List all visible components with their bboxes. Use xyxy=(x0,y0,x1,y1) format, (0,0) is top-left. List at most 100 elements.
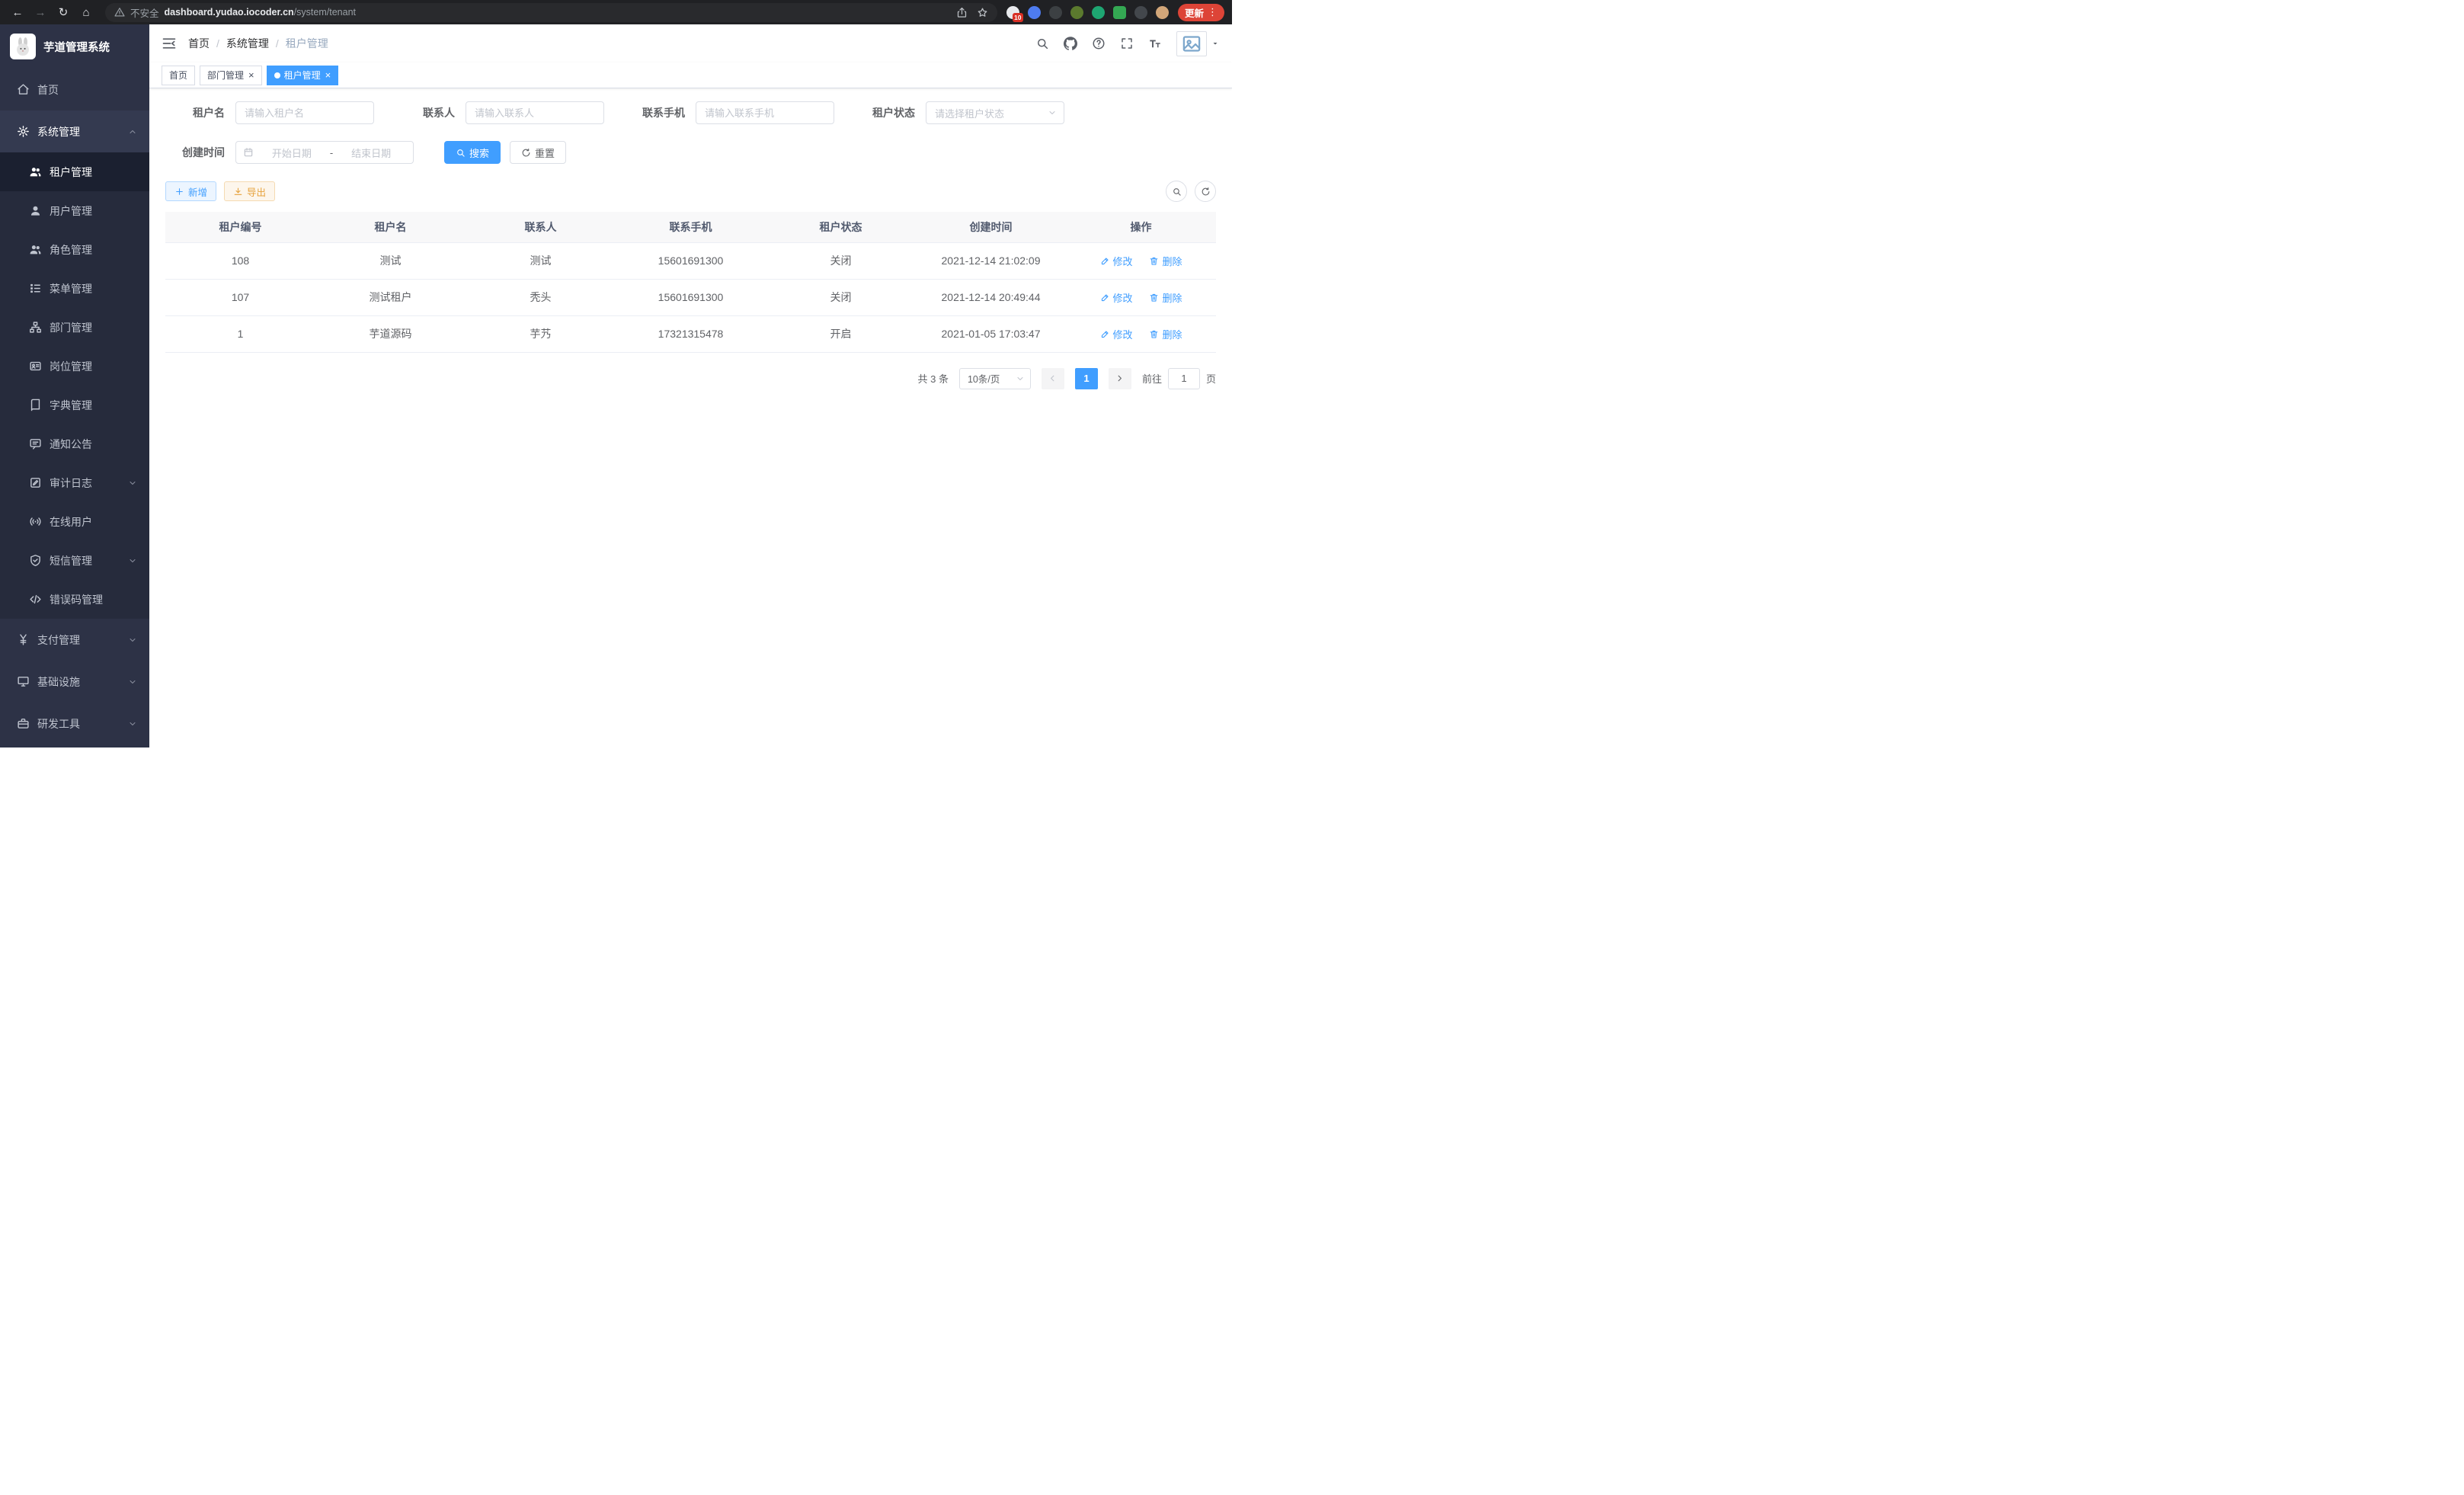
col-created: 创建时间 xyxy=(916,212,1066,242)
add-button[interactable]: 新增 xyxy=(165,181,216,201)
status-select[interactable]: 请选择租户状态 xyxy=(926,101,1064,124)
sidebar-item-menu[interactable]: 菜单管理 xyxy=(0,269,149,308)
sidebar-item-dict[interactable]: 字典管理 xyxy=(0,386,149,424)
cell-status: 关闭 xyxy=(766,279,916,315)
tab-dept[interactable]: 部门管理 × xyxy=(200,66,262,85)
page-size-select[interactable]: 10条/页 xyxy=(959,368,1031,389)
reset-button[interactable]: 重置 xyxy=(510,141,566,164)
sidebar-item-audit-log[interactable]: 审计日志 xyxy=(0,463,149,502)
contact-input[interactable] xyxy=(466,101,604,124)
collapse-sidebar-icon[interactable] xyxy=(162,36,177,51)
tab-home[interactable]: 首页 xyxy=(162,66,195,85)
date-start-placeholder: 开始日期 xyxy=(257,146,327,160)
hide-search-button[interactable] xyxy=(1166,181,1187,202)
reload-icon[interactable]: ↻ xyxy=(53,2,73,22)
edit-icon xyxy=(1100,329,1110,339)
delete-link[interactable]: 删除 xyxy=(1149,254,1182,268)
breadcrumb-system[interactable]: 系统管理 xyxy=(226,36,269,51)
help-icon[interactable] xyxy=(1092,37,1106,50)
breadcrumb-home[interactable]: 首页 xyxy=(188,36,210,51)
book-icon xyxy=(29,399,42,411)
chevron-down-icon xyxy=(1048,108,1057,117)
extension-icon[interactable] xyxy=(1070,6,1083,19)
sidebar-item-devtools[interactable]: 研发工具 xyxy=(0,703,149,744)
delete-label: 删除 xyxy=(1162,254,1182,268)
filter-row-2: 创建时间 开始日期 - 结束日期 搜索 重置 xyxy=(165,141,1216,164)
kebab-menu-icon[interactable]: ⋮ xyxy=(1208,6,1218,18)
extension-icon[interactable] xyxy=(1113,6,1126,19)
goto-page: 前往 页 xyxy=(1142,368,1216,389)
extension-icon[interactable] xyxy=(1092,6,1105,19)
pagination: 共 3 条 10条/页 1 前往 页 xyxy=(165,368,1216,389)
cell-contact: 芋艿 xyxy=(466,315,616,352)
sidebar-item-tenant[interactable]: 租户管理 xyxy=(0,152,149,191)
status-label: 租户状态 xyxy=(856,105,915,120)
refresh-icon xyxy=(521,148,531,158)
code-icon xyxy=(29,593,42,606)
tab-tenant[interactable]: 租户管理 × xyxy=(267,66,339,85)
sidebar-item-payment[interactable]: 支付管理 xyxy=(0,619,149,661)
sidebar-item-system[interactable]: 系统管理 xyxy=(0,110,149,152)
back-icon[interactable]: ← xyxy=(8,2,27,22)
col-actions: 操作 xyxy=(1066,212,1216,242)
sidebar-item-role[interactable]: 角色管理 xyxy=(0,230,149,269)
prev-page-button[interactable] xyxy=(1042,368,1064,389)
search-icon[interactable] xyxy=(1035,37,1049,50)
export-button[interactable]: 导出 xyxy=(224,181,275,201)
caret-down-icon xyxy=(1211,39,1220,48)
puzzle-extensions-icon[interactable] xyxy=(1134,6,1147,19)
close-icon[interactable]: × xyxy=(325,70,331,80)
sidebar-item-label: 角色管理 xyxy=(50,242,137,258)
status-placeholder: 请选择租户状态 xyxy=(935,106,1048,120)
sidebar-item-home[interactable]: 首页 xyxy=(0,69,149,110)
goto-suffix: 页 xyxy=(1206,371,1216,386)
sidebar-item-post[interactable]: 岗位管理 xyxy=(0,347,149,386)
close-icon[interactable]: × xyxy=(248,70,254,80)
profile-avatar[interactable] xyxy=(1156,6,1169,19)
goto-page-input[interactable] xyxy=(1168,368,1200,389)
bookmark-star-icon[interactable] xyxy=(977,7,988,18)
chevron-down-icon xyxy=(128,556,137,565)
phone-input[interactable] xyxy=(696,101,834,124)
date-range-picker[interactable]: 开始日期 - 结束日期 xyxy=(235,141,414,164)
chrome-update-button[interactable]: 更新 ⋮ xyxy=(1178,4,1224,21)
sidebar-item-sms[interactable]: 短信管理 xyxy=(0,541,149,580)
browser-home-icon[interactable]: ⌂ xyxy=(76,2,96,22)
extension-icon[interactable]: 10 xyxy=(1006,6,1019,19)
delete-link[interactable]: 删除 xyxy=(1149,290,1182,305)
tenant-name-input[interactable] xyxy=(235,101,374,124)
sidebar-item-label: 在线用户 xyxy=(50,514,137,530)
col-status: 租户状态 xyxy=(766,212,916,242)
page-number-button[interactable]: 1 xyxy=(1075,368,1098,389)
edit-link[interactable]: 修改 xyxy=(1100,254,1133,268)
sidebar-item-notice[interactable]: 通知公告 xyxy=(0,424,149,463)
share-icon[interactable] xyxy=(956,7,968,18)
extension-icon[interactable] xyxy=(1028,6,1041,19)
next-page-button[interactable] xyxy=(1109,368,1131,389)
sidebar-item-online-user[interactable]: 在线用户 xyxy=(0,502,149,541)
edit-link[interactable]: 修改 xyxy=(1100,290,1133,305)
extension-icon[interactable] xyxy=(1049,6,1062,19)
cell-id: 107 xyxy=(165,279,315,315)
sidebar-item-user[interactable]: 用户管理 xyxy=(0,191,149,230)
sidebar-item-infra[interactable]: 基础设施 xyxy=(0,661,149,703)
delete-link[interactable]: 删除 xyxy=(1149,327,1182,341)
font-size-icon[interactable] xyxy=(1148,37,1162,50)
search-button[interactable]: 搜索 xyxy=(444,141,501,164)
fullscreen-icon[interactable] xyxy=(1120,37,1134,50)
plus-icon xyxy=(174,187,184,197)
address-bar[interactable]: 不安全 dashboard.yudao.iocoder.cn/system/te… xyxy=(105,3,997,22)
edit-link[interactable]: 修改 xyxy=(1100,327,1133,341)
sidebar-logo[interactable]: 芋道管理系统 xyxy=(0,24,149,69)
users-icon xyxy=(29,165,42,178)
refresh-table-button[interactable] xyxy=(1195,181,1216,202)
user-avatar-menu[interactable] xyxy=(1176,31,1220,56)
toolbar-right xyxy=(1166,181,1216,202)
sidebar-item-error-code[interactable]: 错误码管理 xyxy=(0,580,149,619)
add-button-label: 新增 xyxy=(188,184,207,199)
sidebar-item-dept[interactable]: 部门管理 xyxy=(0,308,149,347)
sidebar-item-label: 短信管理 xyxy=(50,553,120,568)
github-icon[interactable] xyxy=(1064,37,1077,50)
forward-icon[interactable]: → xyxy=(30,2,50,22)
cell-name: 测试租户 xyxy=(315,279,466,315)
